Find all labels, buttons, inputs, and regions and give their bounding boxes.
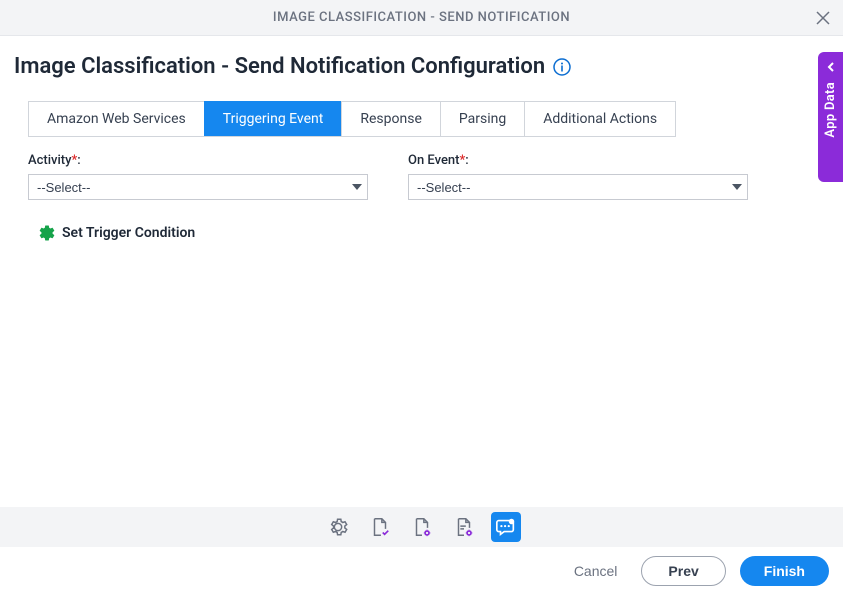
gear-icon — [327, 516, 349, 538]
close-button[interactable] — [813, 8, 833, 28]
tabs: Amazon Web Services Triggering Event Res… — [28, 101, 676, 137]
page-title-row: Image Classification - Send Notification… — [14, 54, 829, 79]
app-data-label: App Data — [823, 82, 838, 138]
toolbar-doc-gear-button[interactable] — [407, 512, 437, 542]
toolbar-notification-button[interactable] — [491, 512, 521, 542]
activity-group: Activity*: --Select-- — [28, 153, 368, 200]
document-gear-icon — [453, 516, 475, 538]
toolbar-settings-button[interactable] — [323, 512, 353, 542]
tab-additional-actions[interactable]: Additional Actions — [524, 101, 676, 136]
cancel-button[interactable]: Cancel — [564, 557, 628, 585]
on-event-group: On Event*: --Select-- — [408, 153, 748, 200]
trigger-condition-label: Set Trigger Condition — [62, 225, 195, 241]
close-icon — [816, 11, 830, 25]
on-event-select-wrap: --Select-- — [408, 174, 748, 200]
activity-select-wrap: --Select-- — [28, 174, 368, 200]
document-gear-icon — [411, 516, 433, 538]
tab-response[interactable]: Response — [341, 101, 441, 136]
tab-amazon-web-services[interactable]: Amazon Web Services — [28, 101, 205, 136]
form-area: Activity*: --Select-- On Event*: --Selec… — [14, 137, 829, 200]
bottom-toolbar — [0, 507, 843, 547]
toolbar-doc-check-button[interactable] — [365, 512, 395, 542]
dialog-title: IMAGE CLASSIFICATION - SEND NOTIFICATION — [273, 10, 570, 25]
toolbar-doc-gear-2-button[interactable] — [449, 512, 479, 542]
dialog-header: IMAGE CLASSIFICATION - SEND NOTIFICATION — [0, 0, 843, 36]
set-trigger-condition-button[interactable]: Set Trigger Condition — [38, 224, 829, 242]
app-data-panel-toggle[interactable]: App Data — [818, 52, 843, 182]
prev-button[interactable]: Prev — [641, 556, 725, 586]
activity-label: Activity*: — [28, 153, 368, 168]
tab-parsing[interactable]: Parsing — [440, 101, 525, 136]
content-area: Image Classification - Send Notification… — [0, 36, 843, 242]
finish-button[interactable]: Finish — [740, 556, 829, 586]
activity-select[interactable]: --Select-- — [28, 174, 368, 200]
page-title: Image Classification - Send Notification… — [14, 54, 545, 79]
gear-icon — [38, 224, 56, 242]
chevron-left-icon — [826, 62, 836, 72]
chat-notification-icon — [495, 516, 517, 538]
document-check-icon — [369, 516, 391, 538]
info-icon[interactable] — [553, 58, 571, 76]
on-event-select[interactable]: --Select-- — [408, 174, 748, 200]
on-event-label: On Event*: — [408, 153, 748, 168]
tab-triggering-event[interactable]: Triggering Event — [204, 101, 343, 136]
footer-bar: Cancel Prev Finish — [0, 547, 843, 595]
